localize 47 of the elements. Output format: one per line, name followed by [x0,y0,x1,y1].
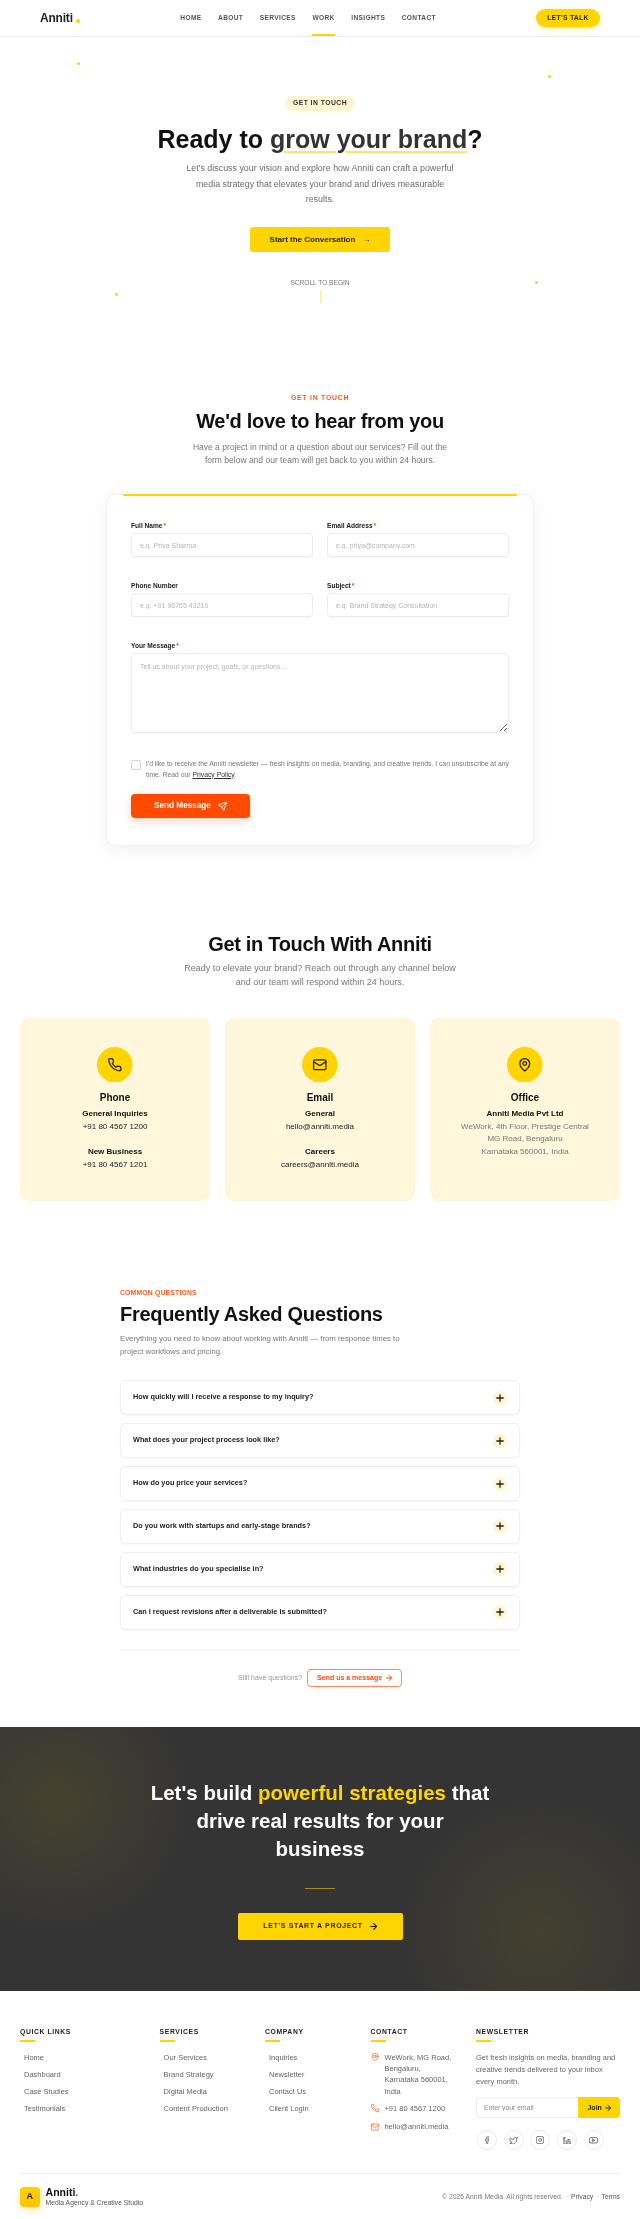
facebook-icon [484,2136,490,2145]
section-heading: Get in Touch With Anniti [208,932,432,957]
scroll-line-icon [319,290,321,304]
section-heading: Frequently Asked Questions [120,1302,383,1327]
phone-number: +91 80 4567 1200 [81,1121,149,1134]
linkedin-icon [563,2136,572,2145]
newsletter-checkbox[interactable] [131,760,141,770]
office-address: WeWork, 4th Floor, Prestige Central MG Road, Bengaluru Karnataka 560001, India [460,1120,590,1158]
card-title: Email [305,1092,335,1105]
contact-label: Anniti Media Pvt Ltd [485,1108,565,1121]
arrow-right-icon [369,1923,377,1931]
contact-label: Careers [304,1145,336,1158]
cta-heading: Let's build powerful strategies that drive real results for your business [150,1780,490,1863]
logo-link[interactable]: Anniti [40,11,81,25]
hero-description: Let's discuss your vision and explore how Anniti can craft a powerful media strategy that elevates your brand and drives measurable results. [185,162,455,207]
contact-label: General Inquiries [81,1108,149,1121]
phone-number: +91 80 4567 1201 [81,1158,149,1171]
arrow-right-icon [604,2105,611,2111]
dot-icon [114,292,118,296]
brand-name: Anniti. [45,2186,79,2198]
brand-mark: A [20,2187,40,2207]
dot-icon [76,61,80,65]
contact-label: General [304,1108,336,1121]
card-title: Office [509,1092,541,1105]
phone-icon [97,1046,133,1083]
logo-dot-icon [75,18,81,23]
dot-icon [547,74,551,78]
twitter-icon [509,2137,519,2144]
email-address: careers@anniti.media [280,1158,360,1171]
start-conversation-button[interactable]: Start the Conversation → [250,227,390,253]
dot-icon [534,280,538,284]
section-description: Have a project in mind or a question about our services? Fill out the form below and our team will get back to you within 24 hours. [191,441,449,466]
mail-icon [302,1046,338,1083]
card-title: Phone [98,1092,132,1105]
map-pin-icon [507,1046,543,1083]
mail-icon [370,2122,379,2131]
send-icon [217,801,227,811]
youtube-icon [589,2137,599,2144]
email-address: hello@anniti.media [284,1121,356,1134]
map-pin-icon [370,2053,379,2062]
arrow-right-icon [386,1674,393,1681]
section-description: Ready to elevate your brand? Reach out through any channel below and our team will respond within 24 hours. [183,962,457,990]
section-heading: We'd love to hear from you [196,409,444,434]
contact-label: New Business [86,1145,144,1158]
instagram-icon [536,2136,545,2145]
phone-icon [370,2104,379,2113]
hero-heading: Ready to grow your brand? [157,124,483,154]
